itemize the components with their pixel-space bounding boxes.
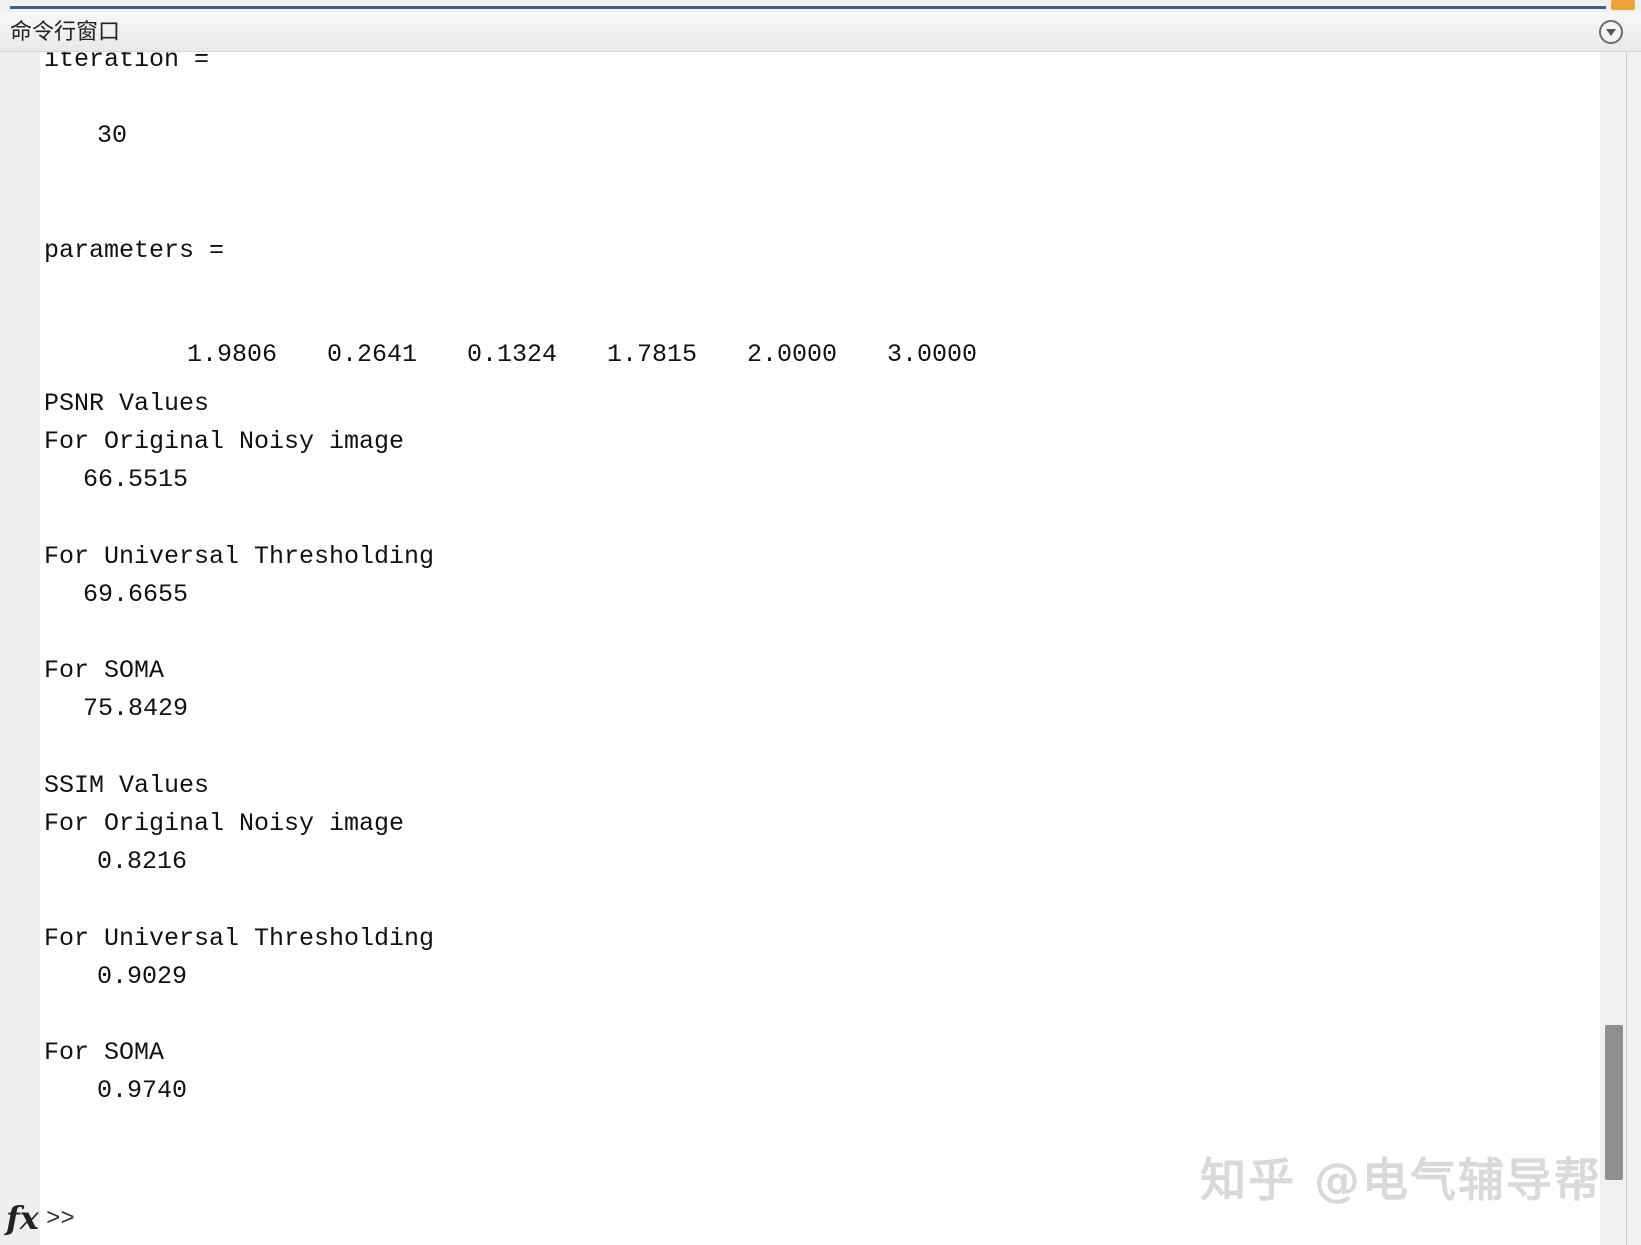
top-frame-strip xyxy=(0,0,1641,12)
psnr-header: PSNR Values xyxy=(44,389,210,418)
ssim-universal-value: 0.9029 xyxy=(97,962,188,991)
top-divider-line xyxy=(10,6,1606,9)
left-gutter xyxy=(0,52,40,1245)
command-input[interactable] xyxy=(80,1204,1584,1238)
psnr-universal-value: 69.6655 xyxy=(83,580,189,609)
command-prompt: >> xyxy=(46,1206,75,1233)
psnr-original-value: 66.5515 xyxy=(83,465,189,494)
command-output: iteration = 30 parameters = 1.9806 0.2641… xyxy=(40,52,1600,1245)
parameter-value: 1.7815 xyxy=(607,340,698,369)
psnr-universal-label: For Universal Thresholding xyxy=(44,542,435,571)
panel-title-bar: 命令行窗口 xyxy=(0,12,1641,52)
psnr-soma-value: 75.8429 xyxy=(83,694,189,723)
parameter-value: 0.2641 xyxy=(327,340,418,369)
function-browser-icon[interactable]: fx xyxy=(6,1200,39,1236)
window-tab-indicator[interactable] xyxy=(1611,0,1635,10)
psnr-original-label: For Original Noisy image xyxy=(44,427,405,456)
parameter-value: 1.9806 xyxy=(187,340,278,369)
ssim-universal-label: For Universal Thresholding xyxy=(44,924,435,953)
psnr-soma-label: For SOMA xyxy=(44,656,165,685)
parameter-value: 2.0000 xyxy=(747,340,838,369)
zhihu-watermark: 知乎 @电气辅导帮 xyxy=(1200,1153,1603,1207)
parameters-values: 1.9806 0.2641 0.1324 1.7815 2.0000 3.0000 xyxy=(97,313,977,397)
scrollbar-divider xyxy=(1626,52,1627,1245)
ssim-soma-label: For SOMA xyxy=(44,1038,165,1067)
scrollbar-thumb[interactable] xyxy=(1605,1025,1623,1180)
matlab-command-window: 命令行窗口 iteration = 30 parameters = 1.9806… xyxy=(0,0,1641,1245)
chevron-down-circle-icon[interactable] xyxy=(1599,20,1623,44)
panel-title: 命令行窗口 xyxy=(10,20,121,45)
ssim-original-value: 0.8216 xyxy=(97,847,188,876)
parameter-value: 3.0000 xyxy=(887,340,978,369)
ssim-header: SSIM Values xyxy=(44,771,210,800)
parameters-label: parameters = xyxy=(44,236,225,265)
ssim-soma-value: 0.9740 xyxy=(97,1076,188,1105)
iteration-label: iteration = xyxy=(44,52,210,74)
parameter-value: 0.1324 xyxy=(467,340,558,369)
ssim-original-label: For Original Noisy image xyxy=(44,809,405,838)
iteration-value: 30 xyxy=(97,121,128,150)
